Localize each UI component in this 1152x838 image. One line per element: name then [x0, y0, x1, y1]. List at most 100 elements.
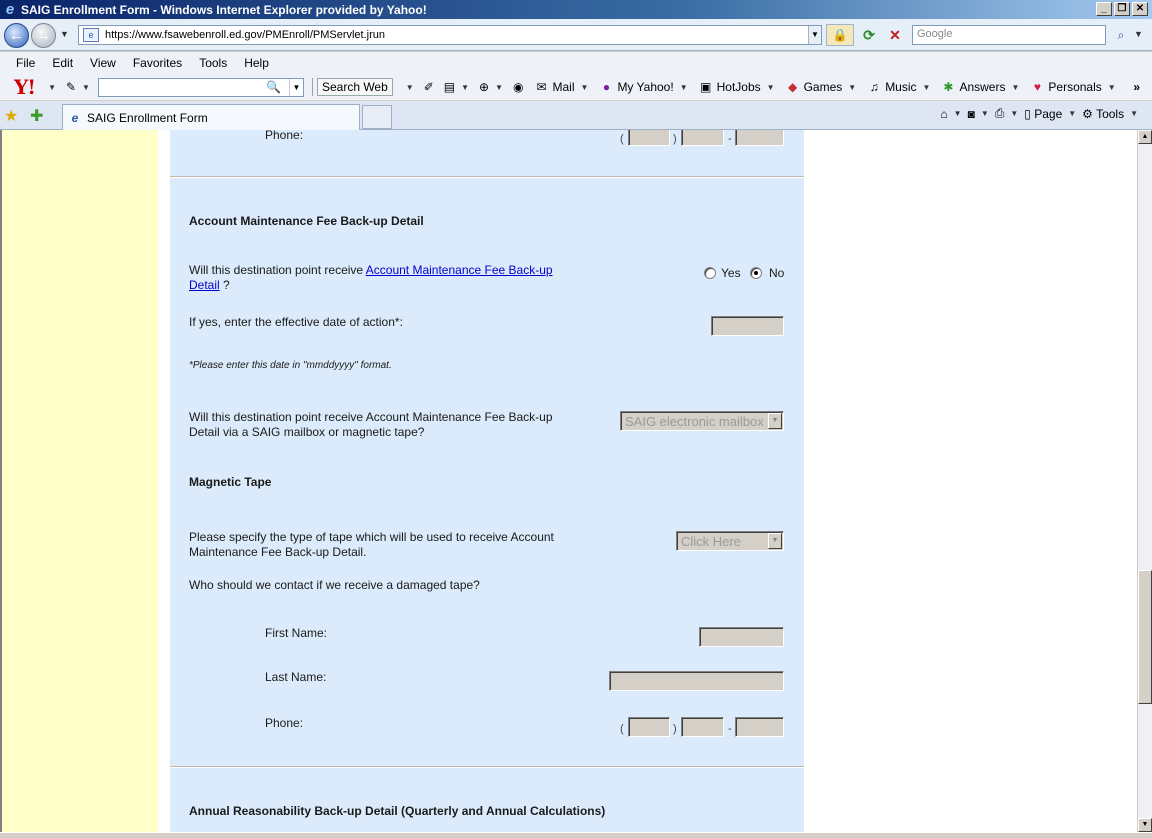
- tape-type-select[interactable]: Click Here ▼: [676, 531, 784, 551]
- left-sidebar: [2, 130, 158, 832]
- favorites-star-icon[interactable]: ★: [4, 106, 18, 126]
- section-divider: [170, 176, 804, 178]
- damaged-tape-question: Who should we contact if we receive a da…: [189, 578, 480, 592]
- phone-prefix-input[interactable]: [681, 717, 724, 737]
- tools-menu[interactable]: ⚙ Tools: [1082, 107, 1124, 121]
- address-url[interactable]: https://www.fsawebenroll.ed.gov/PMEnroll…: [105, 29, 385, 41]
- my-yahoo-icon: ●: [602, 80, 611, 94]
- globe-icon[interactable]: ⊕ ▼: [479, 80, 503, 94]
- address-dropdown-icon[interactable]: ▼: [808, 26, 821, 44]
- toolbar-overflow-icon[interactable]: »: [1133, 80, 1140, 94]
- search-web-dropdown-icon[interactable]: ▼: [406, 83, 414, 92]
- top-phone-label: Phone:: [265, 130, 304, 142]
- annual-reasonability-heading: Annual Reasonability Back-up Detail (Qua…: [189, 804, 606, 818]
- page-menu-icon: ▯: [1024, 106, 1031, 121]
- yahoo-toolbar: Y! ▼ ✎ ▼ 🔍 ▼ Search Web ▼ ✐ ▤ ▼ ⊕ ▼ ◉ ✉ Mail…: [0, 74, 1152, 100]
- lock-icon[interactable]: 🔒: [826, 24, 854, 46]
- scroll-up-icon[interactable]: ▲: [1138, 130, 1152, 144]
- page-content: Phone: ( ) - Account Maintenance Fee Bac…: [0, 130, 1137, 832]
- phone-line-input[interactable]: [735, 717, 784, 737]
- stop-icon[interactable]: ✕: [884, 24, 906, 46]
- command-bar: ⌂ ▼ ◙ ▼ ⎙ ▼ ▯ Page ▼ ⚙ Tools ▼: [940, 106, 1138, 121]
- amf-no-radio[interactable]: [750, 267, 762, 279]
- page-icon: e: [71, 110, 79, 125]
- back-button[interactable]: ←: [4, 23, 29, 48]
- chevron-down-icon[interactable]: ▼: [768, 413, 782, 429]
- my-yahoo-button[interactable]: ● My Yahoo! ▼: [598, 79, 688, 95]
- address-bar[interactable]: e https://www.fsawebenroll.ed.gov/PMEnro…: [78, 25, 822, 45]
- phone-area-code-input[interactable]: [628, 717, 670, 737]
- menu-view[interactable]: View: [80, 55, 123, 73]
- menu-tools[interactable]: Tools: [189, 55, 234, 73]
- gear-icon: ⚙: [1082, 106, 1093, 121]
- paren-close: ): [673, 723, 677, 735]
- menu-bar: File Edit View Favorites Tools Help: [6, 55, 276, 73]
- refresh-icon[interactable]: ⟳: [858, 24, 880, 46]
- search-input[interactable]: Google: [912, 25, 1106, 45]
- vertical-scrollbar[interactable]: ▲ ▼: [1137, 130, 1152, 832]
- recent-pages-dropdown-icon[interactable]: ▼: [60, 29, 69, 39]
- hotjobs-icon: ▣: [699, 80, 712, 94]
- enrollment-form: Phone: ( ) - Account Maintenance Fee Bac…: [170, 130, 804, 832]
- new-tab-button[interactable]: [362, 105, 392, 129]
- top-phone-prefix-input[interactable]: [681, 130, 724, 146]
- toolbars: File Edit View Favorites Tools Help Y! ▼…: [0, 52, 1152, 100]
- hotjobs-button[interactable]: ▣ HotJobs ▼: [698, 79, 775, 95]
- search-icon[interactable]: ⌕: [1110, 25, 1132, 45]
- paren-open: (: [620, 723, 624, 735]
- delivery-method-select[interactable]: SAIG electronic mailbox ▼: [620, 411, 784, 431]
- effective-date-label: If yes, enter the effective date of acti…: [189, 315, 403, 329]
- scrollbar-thumb[interactable]: [1138, 570, 1152, 704]
- toolbar-divider: [311, 78, 313, 96]
- status-bar: [0, 832, 1152, 838]
- close-button[interactable]: ✕: [1132, 2, 1148, 16]
- mail-button[interactable]: ✉ Mail ▼: [534, 79, 588, 95]
- personals-button[interactable]: ♥ Personals ▼: [1029, 79, 1116, 95]
- feeds-icon[interactable]: ◙: [968, 107, 975, 121]
- tab-saig-enrollment[interactable]: e SAIG Enrollment Form: [62, 104, 360, 130]
- mail-icon: ✉: [536, 80, 547, 94]
- games-button[interactable]: ◆ Games ▼: [785, 79, 856, 95]
- amf-yes-radio[interactable]: [704, 267, 716, 279]
- forward-button[interactable]: →: [31, 23, 56, 48]
- no-label: No: [769, 266, 785, 280]
- chevron-down-icon[interactable]: ▼: [768, 533, 782, 549]
- page-menu[interactable]: ▯ Page: [1024, 107, 1062, 121]
- first-name-input[interactable]: [699, 627, 784, 647]
- dash: -: [728, 723, 732, 735]
- amf-question: Will this destination point receive Acco…: [189, 263, 553, 292]
- add-favorite-icon[interactable]: ✚: [30, 106, 43, 126]
- pencil-icon[interactable]: ✎ ▼: [66, 80, 90, 94]
- effective-date-input[interactable]: [711, 316, 784, 336]
- form-fill-icon[interactable]: ▤ ▼: [444, 80, 469, 94]
- music-button[interactable]: ♫ Music ▼: [866, 79, 931, 95]
- menu-help[interactable]: Help: [234, 55, 276, 73]
- menu-favorites[interactable]: Favorites: [123, 55, 189, 73]
- address-row: ← → ▼ e https://www.fsawebenroll.ed.gov/…: [0, 19, 1152, 51]
- answers-button[interactable]: ✱ Answers ▼: [940, 79, 1019, 95]
- yahoo-search-input[interactable]: 🔍 ▼: [97, 77, 304, 97]
- yahoo-logo[interactable]: Y!: [14, 75, 36, 99]
- title-bar: e SAIG Enrollment Form - Windows Interne…: [0, 0, 1152, 19]
- last-name-input[interactable]: [609, 671, 784, 691]
- music-icon: ♫: [869, 80, 879, 94]
- highlight-icon[interactable]: ✐: [424, 80, 434, 94]
- date-format-note: *Please enter this date in "mmddyyyy" fo…: [189, 360, 392, 371]
- menu-file[interactable]: File: [6, 55, 42, 73]
- menu-edit[interactable]: Edit: [42, 55, 80, 73]
- top-phone-line-input[interactable]: [735, 130, 784, 146]
- headphones-icon[interactable]: ◉: [513, 80, 523, 94]
- restore-button[interactable]: ❐: [1114, 2, 1130, 16]
- home-icon[interactable]: ⌂: [940, 107, 947, 121]
- last-name-label: Last Name:: [265, 670, 327, 684]
- search-options-dropdown-icon[interactable]: ▼: [1134, 29, 1143, 39]
- print-icon[interactable]: ⎙: [995, 106, 1005, 121]
- yahoo-search-dropdown-icon[interactable]: ▼: [288, 78, 303, 96]
- tab-label: SAIG Enrollment Form: [87, 110, 208, 125]
- yahoo-menu-dropdown-icon[interactable]: ▼: [48, 83, 56, 92]
- minimize-button[interactable]: _: [1096, 2, 1112, 16]
- scroll-down-icon[interactable]: ▼: [1138, 818, 1152, 832]
- top-phone-area-code-input[interactable]: [628, 130, 670, 146]
- magnetic-tape-heading: Magnetic Tape: [189, 475, 272, 489]
- search-web-button[interactable]: Search Web: [316, 78, 393, 96]
